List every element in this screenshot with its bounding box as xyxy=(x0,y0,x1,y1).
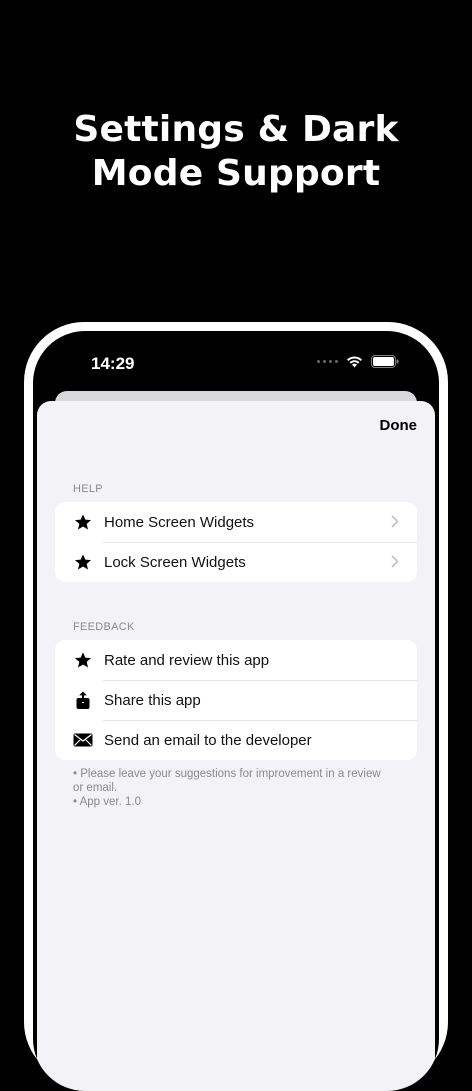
battery-icon xyxy=(371,355,399,368)
list-item-share-app[interactable]: Share this app xyxy=(55,680,417,720)
row-label: Home Screen Widgets xyxy=(104,513,255,531)
chevron-right-icon xyxy=(391,555,399,568)
feedback-section-header: FEEDBACK xyxy=(73,621,135,633)
status-time: 14:29 xyxy=(91,354,135,373)
list-item-rate-review[interactable]: Rate and review this app xyxy=(55,640,417,680)
feedback-card: Rate and review this app Share this app xyxy=(55,640,417,760)
settings-sheet: Done HELP Home Screen Widgets Lock Scree… xyxy=(37,401,435,1091)
wifi-icon xyxy=(347,356,362,368)
list-item-lock-screen-widgets[interactable]: Lock Screen Widgets xyxy=(55,542,417,582)
footnote: • Please leave your suggestions for impr… xyxy=(73,767,383,809)
row-label: Send an email to the developer xyxy=(104,731,312,749)
star-icon xyxy=(73,650,93,670)
headline-line-1: Settings & Dark xyxy=(73,109,399,150)
star-icon xyxy=(73,552,93,572)
list-item-send-email[interactable]: Send an email to the developer xyxy=(55,720,417,760)
list-item-home-screen-widgets[interactable]: Home Screen Widgets xyxy=(55,502,417,542)
signal-dots-icon xyxy=(317,360,338,363)
share-icon xyxy=(73,690,93,710)
status-icons xyxy=(317,355,399,368)
help-card: Home Screen Widgets Lock Screen Widgets xyxy=(55,502,417,582)
envelope-icon xyxy=(73,730,93,750)
promo-headline: Settings & Dark Mode Support xyxy=(0,108,472,196)
star-icon xyxy=(73,512,93,532)
phone-screen: 14:29 Done HELP Home Screen Widgets Lock… xyxy=(33,331,439,1091)
row-label: Rate and review this app xyxy=(104,651,270,669)
row-label: Share this app xyxy=(104,691,201,709)
footnote-app-version: • App ver. 1.0 xyxy=(73,796,141,808)
chevron-right-icon xyxy=(391,515,399,528)
help-section-header: HELP xyxy=(73,483,103,495)
done-button[interactable]: Done xyxy=(380,417,418,434)
headline-line-2: Mode Support xyxy=(91,153,381,194)
row-label: Lock Screen Widgets xyxy=(104,553,246,571)
footnote-suggestions: • Please leave your suggestions for impr… xyxy=(73,768,381,794)
